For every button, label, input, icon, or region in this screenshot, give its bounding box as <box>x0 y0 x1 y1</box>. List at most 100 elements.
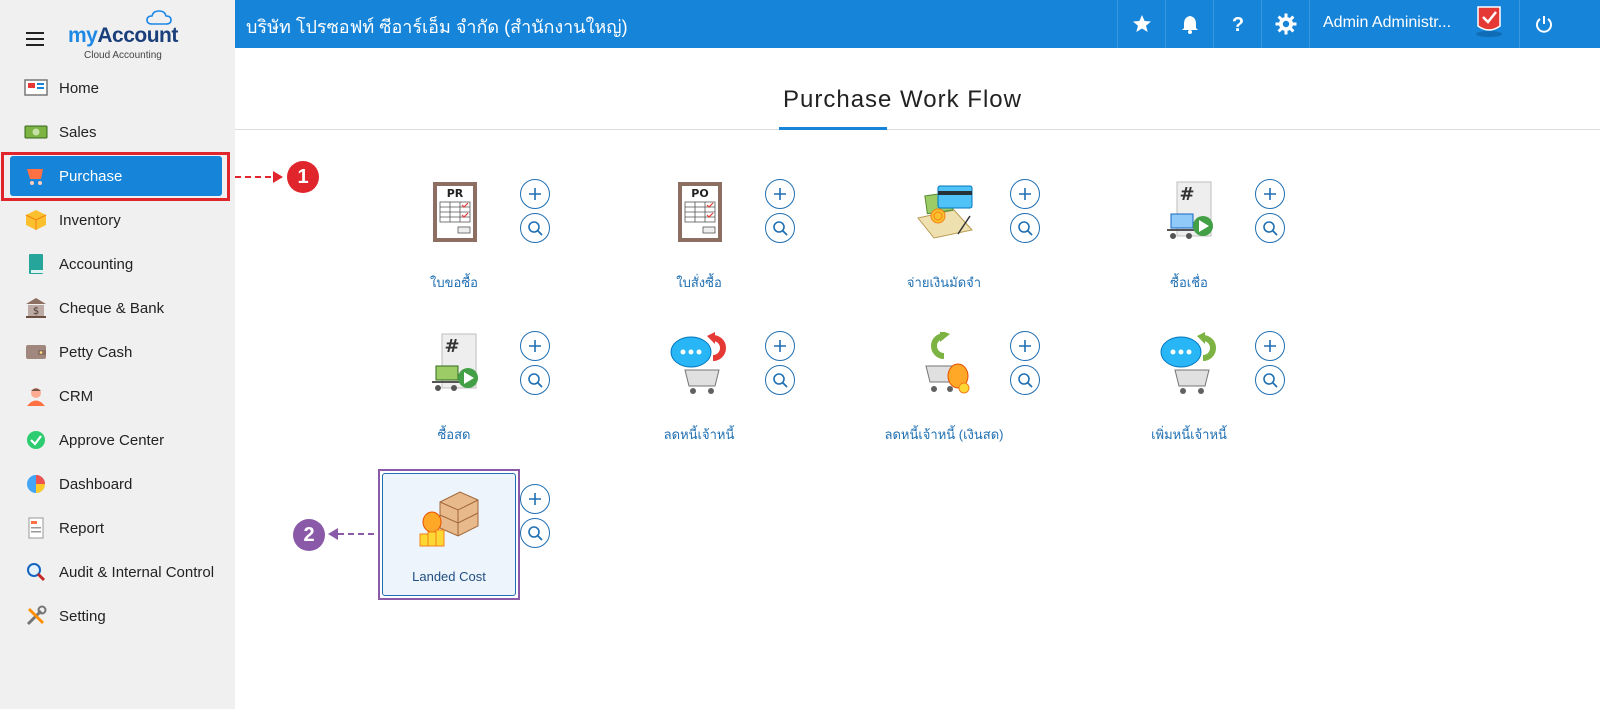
favorites-button[interactable] <box>1117 0 1165 48</box>
add-credit-purchase-button[interactable] <box>1255 179 1285 209</box>
sidebar-item-label: Accounting <box>59 255 134 273</box>
report-icon <box>24 517 48 539</box>
power-icon <box>1535 16 1552 33</box>
bank-icon: $ <box>24 297 48 319</box>
search-landed-cost-button[interactable] <box>520 518 550 548</box>
sidebar-item-audit[interactable]: Audit & Internal Control <box>10 552 222 592</box>
workflow-card-creditor-debit-note-cash[interactable]: ลดหนี้เจ้าหนี้ (เงินสด) <box>879 332 1009 452</box>
sidebar-item-setting[interactable]: Setting <box>10 596 222 636</box>
sidebar-item-label: Cheque & Bank <box>59 299 165 317</box>
sidebar-item-petty-cash[interactable]: Petty Cash <box>10 332 222 372</box>
search-credit-purchase-button[interactable] <box>1255 213 1285 243</box>
creditor-increase-debt-icon <box>1160 332 1216 394</box>
landed-cost-label[interactable]: Landed Cost <box>382 569 516 584</box>
credit-purchase-icon: # <box>1167 181 1213 239</box>
card-label[interactable]: ลดหนี้เจ้าหนี้ (เงินสด) <box>849 424 1039 445</box>
creditor-debit-note-cash-icon <box>925 332 970 394</box>
search-purchase-requisition-button[interactable] <box>520 213 550 243</box>
sidebar-item-label: Petty Cash <box>59 343 133 361</box>
plus-icon <box>1019 188 1031 200</box>
wallet-icon <box>24 341 48 363</box>
landed-cost-icon <box>419 491 479 547</box>
settings-button[interactable] <box>1261 0 1309 48</box>
plus-icon <box>1264 340 1276 352</box>
app-logo[interactable]: myAccount Cloud Accounting <box>68 10 188 62</box>
add-creditor-increase-debt-button[interactable] <box>1255 331 1285 361</box>
card-label[interactable]: ซื้อสด <box>359 424 549 445</box>
plus-icon <box>529 340 541 352</box>
home-icon <box>24 77 48 99</box>
user-name[interactable]: Admin Administr... <box>1323 14 1451 32</box>
workflow-card-deposit-payment[interactable]: จ่ายเงินมัดจำ <box>879 180 1009 300</box>
search-icon <box>1018 373 1033 388</box>
svg-text:PO: PO <box>691 187 708 200</box>
sidebar: myAccount Cloud Accounting Home Sales Pu… <box>0 0 235 709</box>
brand-subtitle: Cloud Accounting <box>84 50 162 61</box>
sidebar-item-label: Home <box>59 79 100 97</box>
workflow-card-creditor-debit-note[interactable]: ลดหนี้เจ้าหนี้ <box>634 332 764 452</box>
plus-icon <box>529 493 541 505</box>
sidebar-item-label: Setting <box>59 607 106 625</box>
sidebar-item-approve-center[interactable]: Approve Center <box>10 420 222 460</box>
search-icon <box>773 221 788 236</box>
card-label[interactable]: ซื้อเชื่อ <box>1094 272 1284 293</box>
search-purchase-order-button[interactable] <box>765 213 795 243</box>
check-circle-icon <box>24 429 48 451</box>
card-label[interactable]: ใบสั่งซื้อ <box>604 272 794 293</box>
sidebar-item-accounting[interactable]: Accounting <box>10 244 222 284</box>
workflow-card-purchase-requisition[interactable]: PR ใบขอซื้อ <box>389 180 519 300</box>
user-avatar[interactable] <box>1473 4 1505 38</box>
sidebar-item-label: Report <box>59 519 105 537</box>
page-title: Purchase Work Flow <box>783 86 1022 113</box>
plus-icon <box>1264 188 1276 200</box>
help-button[interactable]: ? <box>1213 0 1261 48</box>
card-label[interactable]: จ่ายเงินมัดจำ <box>849 272 1039 293</box>
workflow-card-purchase-order[interactable]: PO ใบสั่งซื้อ <box>634 180 764 300</box>
workflow-card-creditor-increase-debt[interactable]: เพิ่มหนี้เจ้าหนี้ <box>1124 332 1254 452</box>
svg-text:$: $ <box>33 306 39 317</box>
search-icon <box>1263 373 1278 388</box>
search-icon <box>1263 221 1278 236</box>
search-creditor-increase-debt-button[interactable] <box>1255 365 1285 395</box>
bell-icon <box>1181 16 1198 34</box>
svg-text:PR: PR <box>447 187 464 200</box>
logout-button[interactable] <box>1519 0 1567 48</box>
add-landed-cost-button[interactable] <box>520 484 550 514</box>
sidebar-item-sales[interactable]: Sales <box>10 112 222 152</box>
deposit-payment-icon <box>917 185 973 239</box>
add-deposit-payment-button[interactable] <box>1010 179 1040 209</box>
card-label[interactable]: ลดหนี้เจ้าหนี้ <box>604 424 794 445</box>
sidebar-item-label: Audit & Internal Control <box>59 563 215 581</box>
accounting-book-icon <box>24 253 48 275</box>
sales-icon <box>24 121 48 143</box>
search-icon <box>1018 221 1033 236</box>
title-underline <box>779 127 887 130</box>
sidebar-item-dashboard[interactable]: Dashboard <box>10 464 222 504</box>
workflow-card-credit-purchase[interactable]: # ซื้อเชื่อ <box>1124 180 1254 300</box>
company-name: บริษัท โปรซอฟท์ ซีอาร์เอ็ม จำกัด (สำนักง… <box>246 17 628 37</box>
card-label[interactable]: ใบขอซื้อ <box>359 272 549 293</box>
sidebar-item-cheque-bank[interactable]: $ Cheque & Bank <box>10 288 222 328</box>
search-icon <box>528 526 543 541</box>
sidebar-item-report[interactable]: Report <box>10 508 222 548</box>
search-deposit-payment-button[interactable] <box>1010 213 1040 243</box>
add-creditor-debit-note-cash-button[interactable] <box>1010 331 1040 361</box>
sidebar-item-crm[interactable]: CRM <box>10 376 222 416</box>
add-purchase-requisition-button[interactable] <box>520 179 550 209</box>
notifications-button[interactable] <box>1165 0 1213 48</box>
annotation-badge-1: 1 <box>287 161 319 193</box>
workflow-card-cash-purchase[interactable]: # ซื้อสด <box>389 332 519 452</box>
add-creditor-debit-note-button[interactable] <box>765 331 795 361</box>
plus-icon <box>1019 340 1031 352</box>
add-purchase-order-button[interactable] <box>765 179 795 209</box>
search-creditor-debit-note-cash-button[interactable] <box>1010 365 1040 395</box>
sidebar-item-inventory[interactable]: Inventory <box>10 200 222 240</box>
search-icon <box>528 373 543 388</box>
help-icon: ? <box>1231 14 1243 35</box>
hamburger-menu-icon[interactable] <box>26 32 44 46</box>
search-cash-purchase-button[interactable] <box>520 365 550 395</box>
sidebar-item-home[interactable]: Home <box>10 68 222 108</box>
card-label[interactable]: เพิ่มหนี้เจ้าหนี้ <box>1094 424 1284 445</box>
search-creditor-debit-note-button[interactable] <box>765 365 795 395</box>
add-cash-purchase-button[interactable] <box>520 331 550 361</box>
